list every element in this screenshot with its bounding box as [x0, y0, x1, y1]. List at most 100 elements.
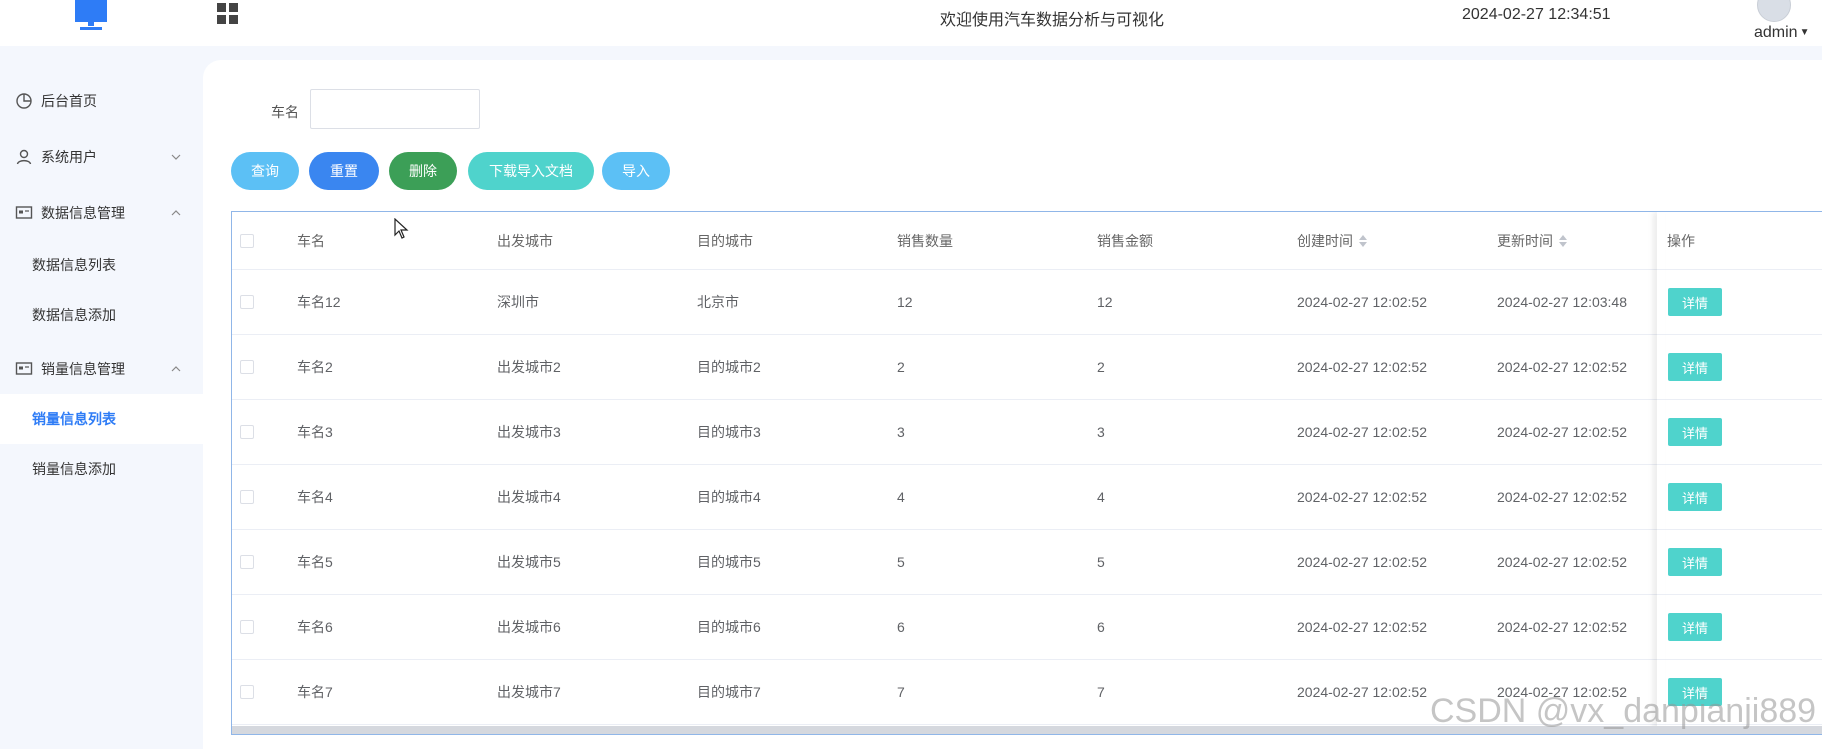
- sidebar-item-system-users[interactable]: 系统用户: [0, 132, 203, 182]
- download-import-doc-button[interactable]: 下载导入文档: [468, 152, 594, 190]
- chevron-up-icon: [171, 366, 181, 372]
- cell-created-time: 2024-02-27 12:02:52: [1297, 294, 1427, 310]
- cell-destination-city: 目的城市7: [697, 684, 761, 700]
- cell-created-time: 2024-02-27 12:02:52: [1297, 554, 1427, 570]
- column-header-label: 创建时间: [1297, 232, 1353, 249]
- grid-menu-icon[interactable]: [216, 2, 240, 26]
- detail-button[interactable]: 详情: [1668, 548, 1722, 576]
- cell-sales-quantity: 4: [897, 489, 905, 505]
- cell-updated-time: 2024-02-27 12:02:52: [1497, 619, 1627, 635]
- column-header-sales-amount: 销售金额: [1097, 232, 1153, 249]
- cell-updated-time: 2024-02-27 12:02:52: [1497, 554, 1627, 570]
- row-select-cell: [240, 465, 254, 529]
- table-row[interactable]: 车名12 深圳市 北京市 12 12 2024-02-27 12:02:52 2024-02…: [232, 270, 1822, 335]
- table-row[interactable]: 车名5 出发城市5 目的城市5 5 5 2024-02-27 12:02:52 2024-0…: [232, 530, 1822, 595]
- main-panel: 车名 查询 重置 删除 下载导入文档 导入 车名 出发城市 目的城市 销售数量 …: [203, 60, 1822, 749]
- pie-chart-icon: [16, 93, 32, 109]
- cell-updated-time: 2024-02-27 12:02:52: [1497, 359, 1627, 375]
- sidebar-item-label: 后台首页: [41, 93, 97, 109]
- column-header-updated-time[interactable]: 更新时间: [1497, 212, 1567, 269]
- detail-button[interactable]: 详情: [1668, 613, 1722, 641]
- row-select-cell: [240, 660, 254, 724]
- chevron-down-icon: [171, 154, 181, 160]
- row-checkbox[interactable]: [240, 425, 254, 439]
- cell-departure-city: 出发城市7: [497, 684, 561, 700]
- sidebar-item-data-management[interactable]: 数据信息管理: [0, 188, 203, 238]
- detail-button[interactable]: 详情: [1668, 483, 1722, 511]
- row-checkbox[interactable]: [240, 295, 254, 309]
- search-label: 车名: [271, 104, 299, 120]
- datetime-display: 2024-02-27 12:34:51: [1462, 6, 1611, 23]
- sidebar-item-data-list[interactable]: 数据信息列表: [0, 240, 203, 290]
- select-all-checkbox[interactable]: [240, 233, 254, 248]
- row-checkbox[interactable]: [240, 620, 254, 634]
- cell-departure-city: 出发城市2: [497, 359, 561, 375]
- cell-destination-city: 北京市: [697, 294, 739, 310]
- row-select-cell: [240, 595, 254, 659]
- cell-sales-amount: 12: [1097, 294, 1113, 310]
- column-header-actions: 操作: [1667, 232, 1695, 249]
- delete-button[interactable]: 删除: [389, 152, 457, 190]
- cell-updated-time: 2024-02-27 12:02:52: [1497, 489, 1627, 505]
- table-row[interactable]: 车名6 出发城市6 目的城市6 6 6 2024-02-27 12:02:52 2024-0…: [232, 595, 1822, 660]
- cell-destination-city: 目的城市5: [697, 554, 761, 570]
- cell-sales-amount: 4: [1097, 489, 1105, 505]
- cell-actions: 详情: [1668, 595, 1722, 659]
- cell-created-time: 2024-02-27 12:02:52: [1297, 619, 1427, 635]
- sort-caret-icon[interactable]: [1559, 234, 1567, 247]
- user-icon: [16, 149, 32, 165]
- username: admin: [1754, 24, 1798, 41]
- sidebar-item-label: 系统用户: [41, 149, 97, 165]
- table-row[interactable]: 车名2 出发城市2 目的城市2 2 2 2024-02-27 12:02:52 2024-0…: [232, 335, 1822, 400]
- cell-updated-time: 2024-02-27 12:03:48: [1497, 294, 1627, 310]
- cell-destination-city: 目的城市3: [697, 424, 761, 440]
- cell-sales-quantity: 2: [897, 359, 905, 375]
- app-title: 欢迎使用汽车数据分析与可视化: [940, 12, 1165, 29]
- sidebar-item-data-add[interactable]: 数据信息添加: [0, 290, 203, 340]
- row-checkbox[interactable]: [240, 360, 254, 374]
- avatar[interactable]: [1757, 0, 1791, 22]
- table-row[interactable]: 车名4 出发城市4 目的城市4 4 4 2024-02-27 12:02:52 2024-0…: [232, 465, 1822, 530]
- column-header-departure-city: 出发城市: [497, 232, 553, 249]
- top-bar: 欢迎使用汽车数据分析与可视化 2024-02-27 12:34:51 admin…: [0, 0, 1822, 46]
- row-checkbox[interactable]: [240, 685, 254, 699]
- query-button[interactable]: 查询: [231, 152, 299, 190]
- reset-button[interactable]: 重置: [309, 152, 379, 190]
- cell-created-time: 2024-02-27 12:02:52: [1297, 424, 1427, 440]
- cell-actions: 详情: [1668, 465, 1722, 529]
- id-card-icon: [15, 206, 33, 219]
- detail-button[interactable]: 详情: [1668, 353, 1722, 381]
- cell-created-time: 2024-02-27 12:02:52: [1297, 359, 1427, 375]
- sidebar: 后台首页 系统用户 数据信息管理 数据信息列表 数据信息添加 销量信息管理 销量…: [0, 46, 203, 749]
- detail-button[interactable]: 详情: [1668, 288, 1722, 316]
- column-header-destination-city: 目的城市: [697, 232, 753, 249]
- row-checkbox[interactable]: [240, 490, 254, 504]
- import-button[interactable]: 导入: [602, 152, 670, 190]
- table-row[interactable]: 车名3 出发城市3 目的城市3 3 3 2024-02-27 12:02:52 2024-0…: [232, 400, 1822, 465]
- detail-button[interactable]: 详情: [1668, 418, 1722, 446]
- sidebar-item-home[interactable]: 后台首页: [0, 76, 203, 126]
- sidebar-item-label: 数据信息列表: [32, 257, 116, 273]
- cell-created-time: 2024-02-27 12:02:52: [1297, 684, 1427, 700]
- sidebar-item-sales-add[interactable]: 销量信息添加: [0, 444, 203, 494]
- cell-sales-quantity: 5: [897, 554, 905, 570]
- sidebar-item-sales-management[interactable]: 销量信息管理: [0, 344, 203, 394]
- sort-caret-icon[interactable]: [1359, 234, 1367, 247]
- cell-departure-city: 深圳市: [497, 294, 539, 310]
- sidebar-item-sales-list[interactable]: 销量信息列表: [0, 394, 203, 444]
- cell-destination-city: 目的城市2: [697, 359, 761, 375]
- select-all-cell: [240, 212, 254, 269]
- cell-departure-city: 出发城市3: [497, 424, 561, 440]
- cell-departure-city: 出发城市4: [497, 489, 561, 505]
- cell-created-time: 2024-02-27 12:02:52: [1297, 489, 1427, 505]
- car-name-search-input[interactable]: [310, 89, 480, 129]
- cell-sales-amount: 6: [1097, 619, 1105, 635]
- cell-departure-city: 出发城市6: [497, 619, 561, 635]
- cell-actions: 详情: [1668, 530, 1722, 594]
- user-menu[interactable]: admin ▼: [1754, 24, 1809, 42]
- column-header-created-time[interactable]: 创建时间: [1297, 212, 1367, 269]
- cell-destination-city: 目的城市6: [697, 619, 761, 635]
- cell-car-name: 车名4: [297, 489, 333, 505]
- sidebar-item-label: 销量信息列表: [32, 411, 116, 427]
- row-checkbox[interactable]: [240, 555, 254, 569]
